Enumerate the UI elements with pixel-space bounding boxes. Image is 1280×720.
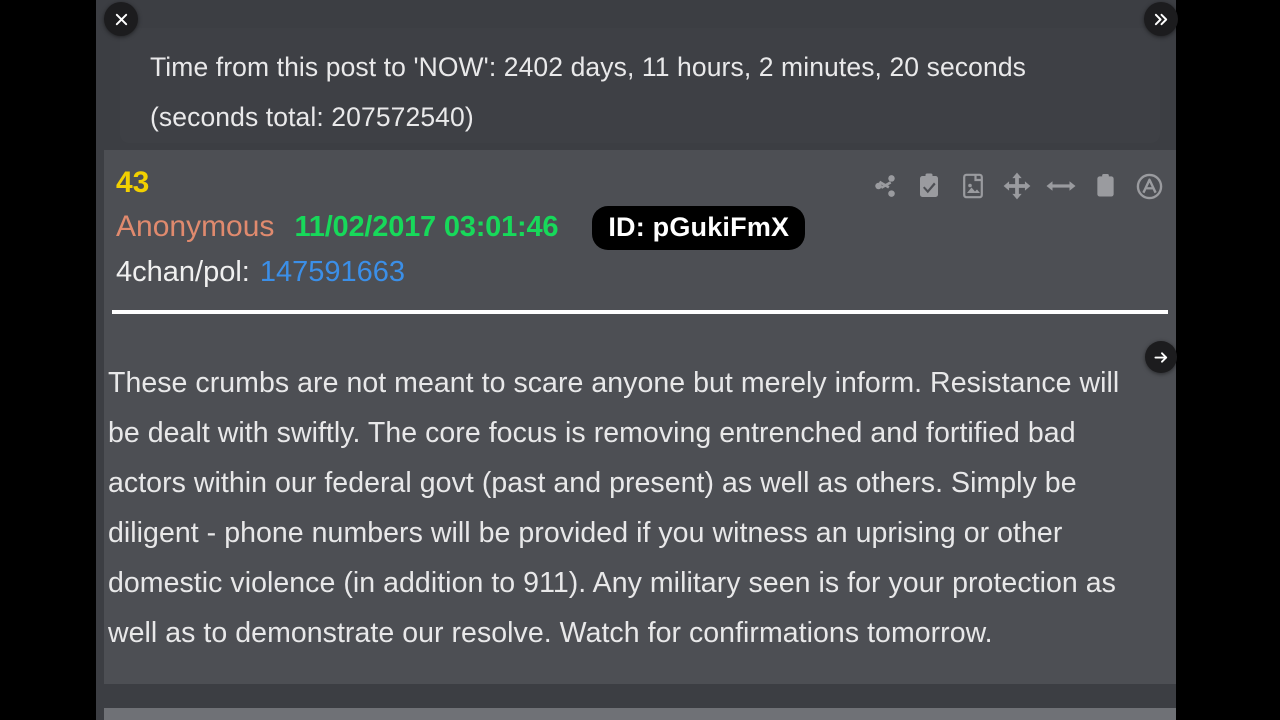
move-arrows-icon[interactable] xyxy=(1002,170,1032,202)
next-post-button[interactable] xyxy=(1144,2,1178,36)
clipboard-icon[interactable] xyxy=(1090,170,1120,202)
clipboard-check-icon[interactable] xyxy=(914,170,944,202)
source-post-link[interactable]: 147591663 xyxy=(260,252,405,292)
post-body-text: These crumbs are not meant to scare anyo… xyxy=(108,367,1120,649)
close-button[interactable] xyxy=(104,2,138,36)
post-meta-primary: Anonymous 11/02/2017 03:01:46 ID: pGukiF… xyxy=(116,206,1158,250)
time-from-post-text: Time from this post to 'NOW': 2402 days,… xyxy=(150,52,1049,132)
time-from-post-banner: Time from this post to 'NOW': 2402 days,… xyxy=(120,28,1160,143)
bottom-strip xyxy=(104,708,1176,720)
post-author: Anonymous xyxy=(116,210,275,243)
screen: Time from this post to 'NOW': 2402 days,… xyxy=(0,0,1280,720)
post-action-toolbar xyxy=(870,170,1164,202)
app-frame: Time from this post to 'NOW': 2402 days,… xyxy=(96,0,1176,720)
share-icon[interactable] xyxy=(870,170,900,202)
post-card: 43 Anonymous 11/02/2017 03:01:46 ID: pGu… xyxy=(104,150,1176,684)
resize-horizontal-icon[interactable] xyxy=(1046,170,1076,202)
post-id-badge: ID: pGukiFmX xyxy=(592,206,806,250)
post-header: 43 Anonymous 11/02/2017 03:01:46 ID: pGu… xyxy=(104,150,1176,302)
forward-arrow-button[interactable] xyxy=(1145,341,1177,373)
post-meta-source: 4chan/pol: 147591663 xyxy=(116,252,1158,292)
document-image-icon[interactable] xyxy=(958,170,988,202)
circle-a-icon[interactable] xyxy=(1134,170,1164,202)
source-board-label: 4chan/pol: xyxy=(116,256,250,288)
post-timestamp: 11/02/2017 03:01:46 xyxy=(294,211,559,243)
